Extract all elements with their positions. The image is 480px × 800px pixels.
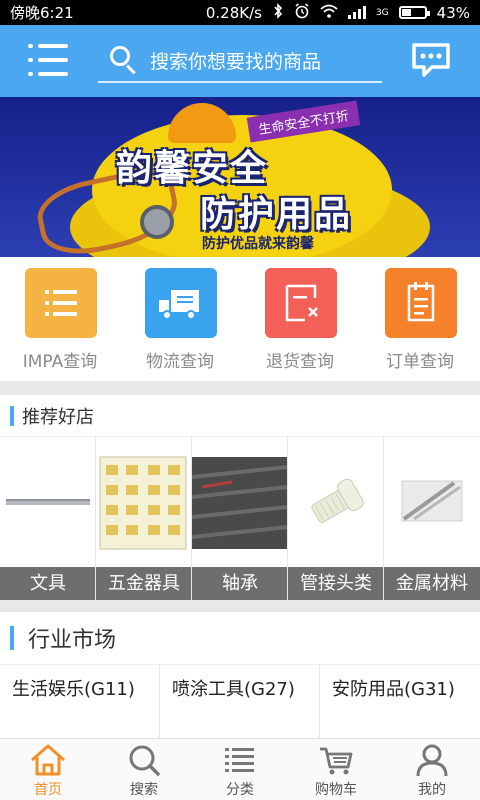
shops-section-header: 推荐好店 — [0, 395, 480, 436]
status-time: 傍晚6:21 — [10, 4, 74, 22]
status-indicators: 0.28K/s 3G 43% — [205, 2, 470, 23]
shop-label: 金属材料 — [384, 567, 480, 601]
shop-label: 文具 — [0, 567, 95, 601]
nav-category[interactable]: 分类 — [192, 739, 288, 800]
nav-label: 我的 — [418, 782, 446, 798]
quick-action-label: IMPA查询 — [22, 352, 98, 372]
market-item-spray-tools[interactable]: 喷涂工具(G27) — [160, 665, 320, 738]
order-query-button[interactable]: 订单查询 — [360, 257, 480, 381]
quick-action-label: 退货查询 — [266, 352, 334, 372]
quick-actions: IMPA查询 物流查询 退货查询 订单查询 — [0, 257, 480, 381]
shop-label: 五金器具 — [96, 567, 191, 601]
section-divider — [0, 381, 480, 395]
menu-icon[interactable] — [28, 42, 70, 78]
nav-profile[interactable]: 我的 — [384, 739, 480, 800]
logistics-query-button[interactable]: 物流查询 — [120, 257, 240, 381]
nav-cart[interactable]: 购物车 — [288, 739, 384, 800]
home-icon — [29, 743, 67, 777]
cart-icon — [317, 743, 355, 777]
market-item-label: 安防用品(G31) — [332, 679, 455, 700]
battery-icon — [398, 6, 430, 19]
truck-icon — [145, 268, 217, 338]
market-section-title: 行业市场 — [28, 628, 117, 653]
search-icon — [108, 44, 140, 76]
shop-card-hardware[interactable]: 五金器具 — [96, 437, 192, 601]
market-row: 生活娱乐(G11) 喷涂工具(G27) 安防用品(G31) — [0, 664, 480, 738]
shop-card-bearings[interactable]: 轴承 — [192, 437, 288, 601]
wifi-icon — [320, 4, 338, 22]
bottom-nav: 首页 搜索 分类 购物车 我的 — [0, 738, 480, 800]
market-item-label: 喷涂工具(G27) — [172, 679, 295, 700]
banner-slogan: 防护优品就来韵馨 — [202, 236, 314, 252]
bluetooth-icon — [272, 2, 284, 23]
top-header: 搜索你想要找的商品 — [0, 25, 480, 97]
nav-label: 分类 — [226, 782, 254, 798]
shop-image — [288, 437, 383, 567]
user-icon — [413, 743, 451, 777]
app-screen: 傍晚6:21 0.28K/s 3G 43% 搜索你想要找的商品 生命安全不打折 … — [0, 0, 480, 800]
lanyard-reel-illustration — [140, 205, 174, 239]
category-icon — [221, 743, 259, 777]
nav-search[interactable]: 搜索 — [96, 739, 192, 800]
shop-image — [384, 437, 480, 567]
nav-home[interactable]: 首页 — [0, 739, 96, 800]
alarm-icon — [294, 2, 310, 23]
return-icon — [265, 268, 337, 338]
shop-label: 管接头类 — [288, 567, 383, 601]
shops-row: 文具 五金器具 轴承 管接头类 金属材料 — [0, 436, 480, 601]
quick-action-label: 订单查询 — [386, 352, 454, 372]
banner-title-line2: 防护用品 — [200, 194, 353, 235]
market-item-label: 生活娱乐(G11) — [12, 679, 135, 700]
section-divider — [0, 600, 480, 612]
shop-card-metal-materials[interactable]: 金属材料 — [384, 437, 480, 601]
network-type: 3G — [375, 7, 389, 18]
list-icon — [25, 268, 97, 338]
banner-title-line1: 韵馨安全 — [116, 148, 269, 189]
market-item-security[interactable]: 安防用品(G31) — [320, 665, 480, 738]
network-speed: 0.28K/s — [205, 3, 262, 22]
status-bar: 傍晚6:21 0.28K/s 3G 43% — [0, 0, 480, 25]
section-accent-bar — [10, 405, 14, 426]
nav-label: 首页 — [34, 782, 62, 798]
search-input[interactable]: 搜索你想要找的商品 — [98, 39, 382, 83]
shop-label: 轴承 — [192, 567, 287, 601]
quick-action-label: 物流查询 — [146, 352, 214, 372]
market-section-header: 行业市场 — [0, 612, 480, 664]
shop-image — [192, 437, 287, 567]
section-accent-bar — [10, 626, 14, 650]
order-icon — [385, 268, 457, 338]
shop-card-pipe-fittings[interactable]: 管接头类 — [288, 437, 384, 601]
shop-image — [0, 437, 95, 567]
message-icon[interactable] — [410, 41, 452, 79]
shop-card-stationery[interactable]: 文具 — [0, 437, 96, 601]
shop-image — [96, 437, 191, 567]
nav-label: 购物车 — [315, 782, 357, 798]
market-item-entertainment[interactable]: 生活娱乐(G11) — [0, 665, 160, 738]
search-placeholder: 搜索你想要找的商品 — [150, 50, 322, 73]
promo-banner[interactable]: 生命安全不打折 韵馨安全 防护用品 防护优品就来韵馨 — [0, 97, 480, 257]
shops-section-title: 推荐好店 — [22, 406, 94, 428]
nav-label: 搜索 — [130, 782, 158, 798]
battery-percent: 43% — [436, 3, 470, 22]
impa-query-button[interactable]: IMPA查询 — [0, 257, 120, 381]
search-icon — [125, 743, 163, 777]
signal-icon — [347, 6, 366, 19]
return-query-button[interactable]: 退货查询 — [240, 257, 360, 381]
